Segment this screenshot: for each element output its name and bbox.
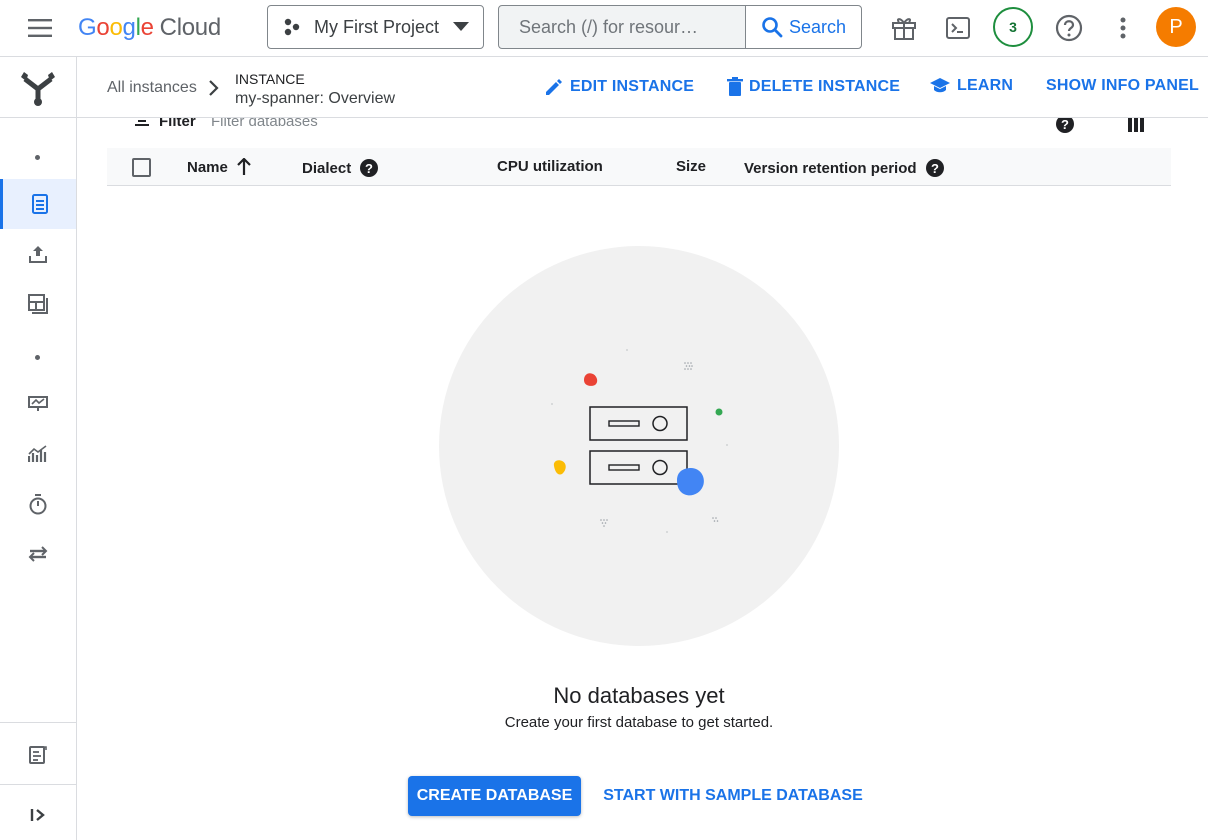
breadcrumb-kind: INSTANCE [235,71,305,87]
chevron-right-icon [209,80,219,96]
notifications-badge[interactable]: 3 [993,7,1033,47]
gift-button[interactable] [884,8,924,48]
show-info-panel-label: SHOW INFO PANEL [1046,77,1199,94]
help-button[interactable] [1049,8,1089,48]
nav-item-query-insights[interactable] [0,429,76,479]
project-icon [284,18,300,36]
column-header-version-retention[interactable]: Version retention period ? [744,158,945,178]
empty-state-subtitle: Create your first database to get starte… [504,714,774,731]
main-menu-button[interactable] [20,12,60,44]
help-filled-icon[interactable]: ? [359,158,379,178]
pencil-icon [546,79,562,95]
create-database-button[interactable]: CREATE DATABASE [408,776,581,816]
nav-divider [0,784,76,785]
page-title: my-spanner: Overview [235,90,396,107]
monitor-icon [28,396,48,411]
nav-item-lock-stats[interactable] [0,479,76,529]
dashboard-icon [28,294,48,314]
learn-button[interactable]: LEARN [929,77,1013,95]
logo-letter: e [140,14,154,41]
empty-state-title: No databases yet [553,683,725,708]
nav-item-overview[interactable] [0,179,76,229]
gift-icon [892,18,916,40]
edit-instance-label: EDIT INSTANCE [570,78,695,95]
nav-item-change-streams[interactable] [0,529,76,579]
spanner-product-logo[interactable] [0,57,76,118]
svg-text:?: ? [365,161,373,176]
database-server-icon [551,349,728,533]
logo-cloud-word: Cloud [159,14,222,41]
start-with-sample-database-button[interactable]: START WITH SAMPLE DATABASE [598,776,868,816]
empty-state-illustration [439,246,839,646]
nav-item-release-notes[interactable] [0,730,76,780]
help-filled-icon[interactable]: ? [925,158,945,178]
search-box: Search [498,5,862,49]
search-icon [762,17,783,38]
delete-instance-button[interactable]: DELETE INSTANCE [727,77,900,97]
nav-section-dot [35,355,40,360]
swap-icon [28,546,48,562]
delete-instance-label: DELETE INSTANCE [749,78,901,95]
account-avatar[interactable]: P [1156,7,1196,47]
spanner-icon [21,72,55,106]
show-info-panel-button[interactable]: SHOW INFO PANEL [1046,77,1199,95]
nav-section-dot [35,155,40,160]
databases-table-header: Name Dialect ? CPU utilization Size Vers… [107,148,1171,186]
school-icon [930,78,950,93]
search-button-label: Search [788,16,847,37]
learn-label: LEARN [957,77,1014,94]
nav-item-backups[interactable] [0,279,76,329]
breadcrumb-all-instances[interactable]: All instances [107,79,197,97]
nav-divider [0,722,76,723]
upload-icon [29,246,47,263]
select-all-checkbox[interactable] [132,158,151,177]
search-button[interactable]: Search [745,6,861,48]
more-vert-icon [1120,17,1126,39]
hamburger-icon [28,19,52,37]
release-notes-icon [29,746,47,764]
column-header-cpu[interactable]: CPU utilization [497,158,603,175]
trash-icon [727,77,743,96]
breadcrumb-current: INSTANCE my-spanner: Overview [235,69,395,109]
logo-letter: G [78,14,97,41]
expand-right-icon [30,809,45,821]
side-nav [0,57,77,840]
project-name: My First Project [314,16,440,37]
logo-letter: o [109,14,123,41]
search-input[interactable] [499,6,745,48]
timer-icon [29,494,47,515]
chart-icon [28,445,47,462]
edit-instance-button[interactable]: EDIT INSTANCE [544,77,694,97]
google-cloud-logo[interactable]: Google Cloud [78,12,221,44]
column-name-label: Name [187,158,228,176]
project-selector[interactable]: My First Project [267,5,484,49]
column-version-label: Version retention period [744,159,917,177]
expand-nav-button[interactable] [0,790,76,840]
column-dialect-label: Dialect [302,159,352,177]
nav-item-import-export[interactable] [0,229,76,279]
svg-text:?: ? [931,161,939,176]
arrow-up-icon [237,158,251,175]
logo-letter: g [122,14,136,41]
column-header-dialect[interactable]: Dialect ? [302,158,379,178]
more-options-button[interactable] [1103,8,1143,48]
logo-letter: o [96,14,110,41]
cloud-shell-button[interactable] [938,8,978,48]
logo-google-word: Google [78,14,154,42]
top-bar: Google Cloud My First Project Search (/)… [0,0,1208,57]
nav-item-system-insights[interactable] [0,379,76,429]
column-header-name[interactable]: Name [187,158,252,176]
column-header-size[interactable]: Size [676,158,706,175]
terminal-icon [946,17,970,39]
column-cpu-label: CPU utilization [497,158,603,175]
svg-text:?: ? [1061,117,1069,132]
help-icon [1055,14,1083,42]
page-header-bar: All instances INSTANCE my-spanner: Overv… [77,57,1208,118]
caret-down-icon [453,22,469,31]
column-size-label: Size [676,158,707,175]
overview-icon [31,194,48,214]
